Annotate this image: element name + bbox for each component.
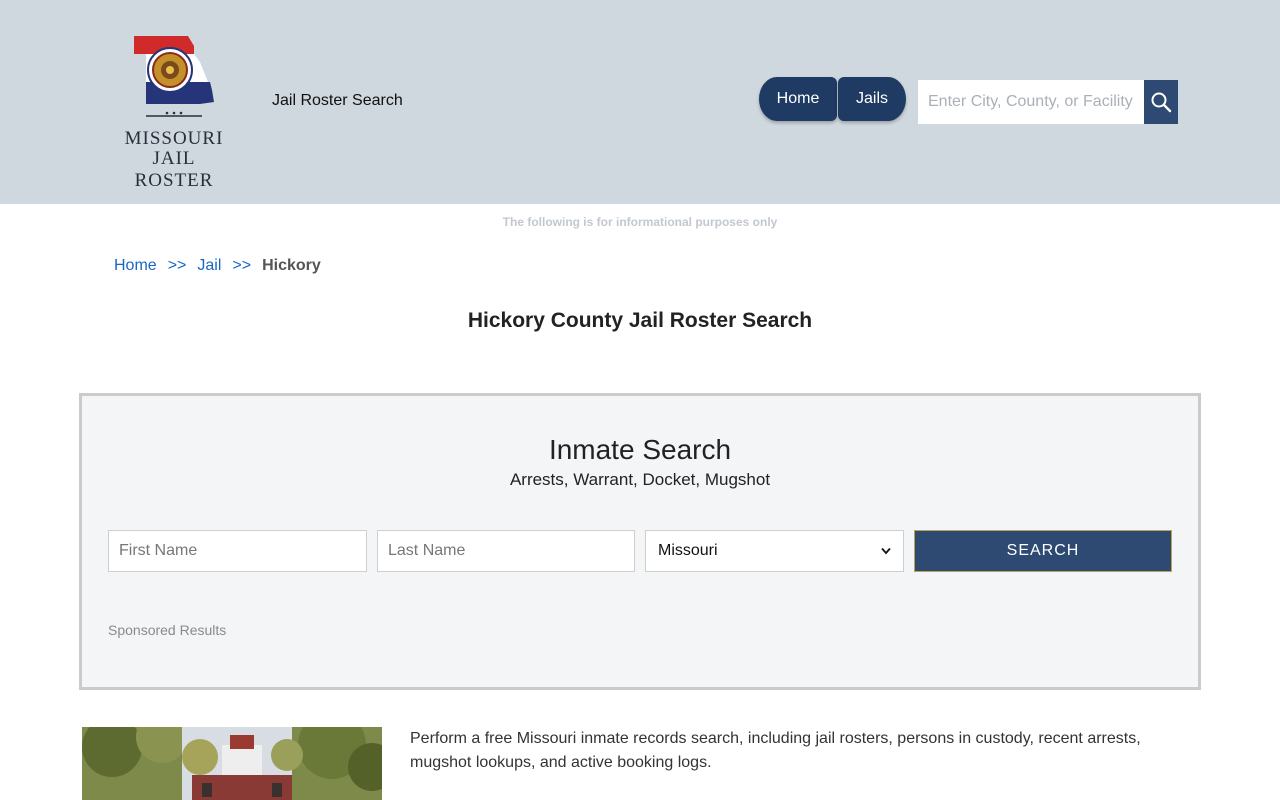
logo-text-line1: MISSOURI [124, 128, 224, 149]
site-logo[interactable]: MISSOURI JAIL ROSTER [112, 30, 236, 191]
building-photo-icon [82, 727, 382, 800]
search-icon [1151, 92, 1172, 113]
state-select-value: Missouri [658, 542, 718, 559]
sponsored-results-label: Sponsored Results [108, 622, 227, 638]
breadcrumb-current: Hickory [262, 257, 321, 274]
last-name-input[interactable] [377, 530, 635, 572]
inmate-search-subtitle: Arrests, Warrant, Docket, Mugshot [509, 470, 771, 489]
chevron-down-icon [881, 547, 891, 555]
inmate-search-panel: Inmate Search Arrests, Warrant, Docket, … [79, 393, 1201, 690]
county-jail-photo [82, 727, 382, 800]
header-search-button[interactable] [1144, 80, 1178, 124]
nav-jails-button[interactable]: Jails [838, 77, 906, 121]
nav-home-button[interactable]: Home [759, 77, 837, 121]
inmate-search-button[interactable]: SEARCH [914, 530, 1172, 572]
first-name-input[interactable] [108, 530, 367, 572]
logo-text-line2: JAIL ROSTER [134, 148, 214, 191]
state-select[interactable]: Missouri [645, 530, 904, 572]
breadcrumb-separator: >> [232, 257, 252, 274]
disclaimer-text: The following is for informational purpo… [502, 215, 778, 229]
inmate-search-title: Inmate Search [548, 434, 732, 465]
site-header: MISSOURI JAIL ROSTER Jail Roster Search … [0, 0, 1280, 204]
breadcrumb-jail-link[interactable]: Jail [197, 257, 221, 275]
intro-paragraph: Perform a free Missouri inmate records s… [410, 730, 1141, 771]
breadcrumb-home-link[interactable]: Home [114, 257, 157, 275]
header-search-input[interactable] [918, 80, 1144, 124]
site-title[interactable]: Jail Roster Search [272, 92, 403, 110]
breadcrumb-separator: >> [167, 257, 187, 274]
page-title: Hickory County Jail Roster Search [467, 309, 813, 332]
breadcrumb: Home >> Jail >> Hickory [114, 257, 321, 275]
missouri-state-logo-icon [134, 36, 214, 117]
